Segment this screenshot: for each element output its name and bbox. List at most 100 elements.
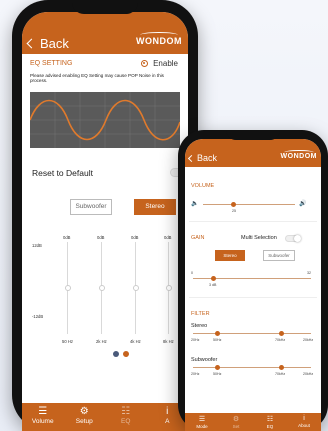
gain-section-title: GAIN xyxy=(191,235,205,241)
db-label: 0dB xyxy=(63,235,71,240)
phone-notch xyxy=(226,130,280,140)
nav-mode[interactable]: ☰ Mode xyxy=(185,413,219,431)
sliders-icon: ☷ xyxy=(266,416,274,423)
db-label: 0dB xyxy=(131,235,139,240)
freq-label: 2k Hz xyxy=(96,339,107,344)
enable-radio[interactable]: Enable xyxy=(141,59,178,68)
eq-fader[interactable] xyxy=(132,242,139,334)
back-label: Back xyxy=(197,153,218,163)
info-icon: i xyxy=(303,415,305,422)
phone-volume-screen: Back WONDOM VOLUME 🔈 🔊 25 GAIN Multi Sel… xyxy=(178,130,328,431)
fader-knob[interactable] xyxy=(64,285,71,291)
multi-selection-label: Multi Selection xyxy=(241,235,277,241)
list-icon: ☰ xyxy=(38,406,48,417)
page-dot[interactable] xyxy=(123,351,129,357)
logo-arc xyxy=(283,150,314,155)
chevron-left-icon xyxy=(187,154,196,162)
page-dot-active[interactable] xyxy=(113,351,119,357)
volume-slider-knob[interactable] xyxy=(231,202,236,207)
bottom-nav: ☰ Mode ⚙ Set ☷ EQ i About xyxy=(185,413,321,431)
enable-label: Enable xyxy=(153,59,178,68)
divider xyxy=(189,221,317,222)
freq-label: 50 Hz xyxy=(62,339,73,344)
freq-label: 8k Hz xyxy=(163,339,174,344)
nav-label: Set xyxy=(232,424,240,429)
subwoofer-filter-slider[interactable] xyxy=(193,365,311,370)
db-min-label: -12dB xyxy=(32,314,44,319)
waveform-display xyxy=(29,92,181,148)
nav-about[interactable]: i About xyxy=(287,413,321,431)
filter-tick: 70kHz xyxy=(275,338,286,342)
back-button[interactable]: Back xyxy=(187,153,218,163)
subwoofer-filter-knob-low[interactable] xyxy=(215,365,220,370)
nav-volume[interactable]: ☰ Volume xyxy=(22,403,64,431)
db-label: 0dB xyxy=(164,235,172,240)
wondom-logo: WONDOM xyxy=(136,32,182,46)
gain-min-label: 0 xyxy=(191,271,193,275)
filter-tick: 50Hz xyxy=(213,338,222,342)
subwoofer-button[interactable]: Subwoofer xyxy=(263,250,295,261)
stereo-filter-knob-high[interactable] xyxy=(279,331,284,336)
db-max-label: 12dB xyxy=(32,243,42,248)
stereo-filter-slider[interactable] xyxy=(193,331,311,336)
reset-default-label: Reset to Default xyxy=(32,168,93,178)
nav-set[interactable]: ⚙ Set xyxy=(219,413,253,431)
stereo-filter-knob-low[interactable] xyxy=(215,331,220,336)
filter-tick: 20kHz xyxy=(303,338,314,342)
list-icon: ☰ xyxy=(198,416,206,423)
nav-label: Mode xyxy=(196,424,208,429)
back-button[interactable]: Back xyxy=(26,36,69,51)
eq-fader[interactable] xyxy=(64,242,71,334)
fader-knob[interactable] xyxy=(98,285,105,291)
gain-value: 3 dB xyxy=(209,283,217,287)
multi-selection-toggle[interactable] xyxy=(285,235,301,242)
stereo-filter-label: Stereo xyxy=(191,323,208,329)
volume-value: 25 xyxy=(232,209,236,213)
eq-fader[interactable] xyxy=(165,242,172,334)
filter-section-title: FILTER xyxy=(191,311,210,317)
eq-fader[interactable] xyxy=(98,242,105,334)
bottom-nav: ☰ Volume ⚙ Setup ☷ EQ i A xyxy=(22,403,188,431)
header-bar: Back WONDOM xyxy=(22,12,188,54)
chevron-left-icon xyxy=(26,38,37,49)
stereo-button[interactable]: Stereo xyxy=(215,250,245,261)
nav-eq[interactable]: ☷ EQ xyxy=(253,413,287,431)
eq-warning-note: Please advised enabling EQ Setting may c… xyxy=(30,73,164,83)
stereo-button[interactable]: Stereo xyxy=(134,199,176,215)
back-label: Back xyxy=(40,36,69,51)
wondom-logo: WONDOM xyxy=(281,150,317,160)
subwoofer-filter-label: Subwoofer xyxy=(191,357,218,363)
gain-slider[interactable] xyxy=(193,276,311,281)
nav-label: EQ xyxy=(266,424,274,429)
speaker-low-icon: 🔈 xyxy=(191,201,199,207)
gain-max-label: 32 xyxy=(307,271,311,275)
freq-label: 4k Hz xyxy=(130,339,141,344)
gear-icon: ⚙ xyxy=(232,416,240,423)
eq-setting-title: EQ SETTING xyxy=(30,60,73,67)
eq-screen: Back WONDOM EQ SETTING Enable Please adv… xyxy=(22,12,188,431)
nav-setup[interactable]: ⚙ Setup xyxy=(64,403,106,431)
filter-tick: 20Hz xyxy=(191,372,200,376)
radio-icon xyxy=(141,60,149,67)
gain-slider-knob[interactable] xyxy=(211,276,216,281)
phone-eq-screen: Back WONDOM EQ SETTING Enable Please adv… xyxy=(12,0,198,431)
nav-label: Setup xyxy=(75,418,93,425)
subwoofer-button[interactable]: Subwoofer xyxy=(70,199,112,215)
fader-knob[interactable] xyxy=(165,285,172,291)
divider xyxy=(189,297,317,298)
sine-wave-graphic xyxy=(29,92,181,148)
filter-tick: 50Hz xyxy=(213,372,222,376)
fader-knob[interactable] xyxy=(132,285,139,291)
gear-icon: ⚙ xyxy=(79,406,89,417)
nav-eq[interactable]: ☷ EQ xyxy=(105,403,147,431)
logo-arc xyxy=(140,32,178,38)
filter-tick: 20kHz xyxy=(303,372,314,376)
volume-slider[interactable] xyxy=(203,202,295,207)
phone-notch xyxy=(72,0,138,14)
subwoofer-filter-knob-high[interactable] xyxy=(279,365,284,370)
volume-screen: Back WONDOM VOLUME 🔈 🔊 25 GAIN Multi Sel… xyxy=(185,139,321,431)
nav-label: About xyxy=(298,423,310,428)
speaker-high-icon: 🔊 xyxy=(299,201,307,207)
nav-label: EQ xyxy=(121,418,131,425)
filter-tick: 70kHz xyxy=(275,372,286,376)
